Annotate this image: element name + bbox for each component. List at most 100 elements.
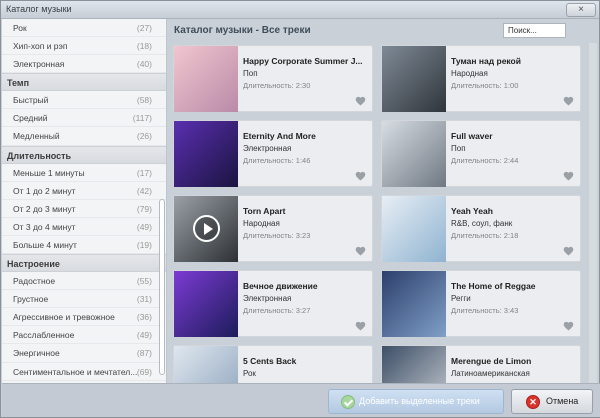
sidebar-item-count: (17) [136, 167, 152, 178]
sidebar-item[interactable]: Рок (27) [2, 19, 166, 38]
checkmark-icon [341, 395, 355, 409]
sidebar-item[interactable]: Быстрый (58) [2, 91, 166, 110]
sidebar-item-label: Рок [13, 23, 27, 33]
track-thumbnail[interactable] [382, 196, 446, 262]
sidebar-item[interactable]: От 3 до 4 минут (49) [2, 218, 166, 236]
sidebar-item[interactable]: Средний (117) [2, 109, 166, 128]
track-genre: Электронная [243, 144, 292, 153]
favorite-heart-icon[interactable] [355, 321, 366, 331]
window-title: Каталог музыки [6, 4, 72, 14]
sidebar-item[interactable]: Сентиментальное и мечтател... (69) [2, 363, 166, 381]
favorite-heart-icon[interactable] [563, 171, 574, 181]
sidebar-group-header[interactable]: Длительность [2, 145, 166, 164]
sidebar-item-label: Радостное [13, 276, 56, 287]
track-title: Full waver [451, 131, 493, 141]
sidebar-group-header[interactable]: Настроение [2, 254, 166, 273]
track-card[interactable]: Вечное движение Электронная Длительность: … [173, 270, 373, 337]
sidebar-item[interactable]: Агрессивное и тревожное (36) [2, 308, 166, 327]
main-scrollbar[interactable] [589, 43, 597, 383]
track-card[interactable]: Eternity And More Электронная Длительность… [173, 120, 373, 187]
track-card[interactable]: Full waver Поп Длительность: 2:44 [381, 120, 581, 187]
track-duration: Длительность: 3:27 [243, 306, 311, 315]
track-genre: R&B, соул, фанк [451, 219, 513, 228]
favorite-heart-icon[interactable] [355, 96, 366, 106]
sidebar-item[interactable]: Меньше 1 минуты (17) [2, 164, 166, 182]
sidebar-item[interactable]: Энергичное (87) [2, 344, 166, 363]
search-input[interactable]: Поиск... [503, 23, 566, 38]
track-thumbnail[interactable] [174, 121, 238, 187]
track-title: Yeah Yeah [451, 206, 493, 216]
track-duration: Длительность: 3:43 [451, 306, 519, 315]
music-catalog-window: Каталог музыки × Рок (27) Хип-хоп и рэп (18… [0, 0, 600, 418]
favorite-heart-icon[interactable] [563, 96, 574, 106]
sidebar-item-label: От 3 до 4 минут [13, 221, 76, 232]
favorite-heart-icon[interactable] [355, 171, 366, 181]
sidebar-item[interactable]: Больше 4 минут (19) [2, 236, 166, 255]
add-selected-button[interactable]: Добавить выделенные треки [328, 389, 504, 414]
sidebar-item-count: (31) [136, 294, 152, 305]
sidebar-item-label: Расслабленное [13, 330, 75, 341]
sidebar-item[interactable]: От 2 до 3 минут (79) [2, 200, 166, 218]
sidebar-item-count: (49) [136, 330, 152, 341]
sidebar-item-label: Грустное [13, 294, 49, 305]
sidebar-item-count: (19) [136, 239, 152, 250]
track-thumbnail[interactable] [382, 46, 446, 112]
sidebar-item[interactable]: От 1 до 2 минут (42) [2, 182, 166, 200]
sidebar-item-count: (40) [136, 59, 152, 70]
sidebar-item[interactable]: Грустное (31) [2, 290, 166, 309]
track-thumbnail[interactable] [174, 196, 238, 262]
track-thumbnail[interactable] [174, 46, 238, 112]
sidebar-item-count: (87) [136, 348, 152, 359]
track-duration: Длительность: 1:00 [451, 81, 519, 90]
track-genre: Рок [243, 369, 256, 378]
track-card[interactable]: Туман над рекой Народная Длительность: 1:0… [381, 45, 581, 112]
favorite-heart-icon[interactable] [563, 321, 574, 331]
sidebar-item-label: Больше 4 минут [13, 239, 77, 250]
footer: Добавить выделенные треки ✕ Отмена [2, 383, 600, 417]
sidebar-item[interactable]: Хип-хоп и рэп (18) [2, 37, 166, 56]
favorite-heart-icon[interactable] [355, 246, 366, 256]
add-selected-label: Добавить выделенные треки [359, 396, 480, 406]
sidebar-item-count: (26) [136, 131, 152, 142]
track-card[interactable]: Yeah Yeah R&B, соул, фанк Длительность: 2:… [381, 195, 581, 262]
sidebar-item[interactable]: Медленный (26) [2, 127, 166, 146]
sidebar-item[interactable]: Расслабленное (49) [2, 326, 166, 345]
sidebar-item-count: (69) [136, 366, 152, 377]
cancel-button[interactable]: ✕ Отмена [511, 389, 593, 414]
sidebar-item-label: Медленный [13, 131, 60, 142]
sidebar-item-label: Агрессивное и тревожное [13, 312, 115, 323]
track-thumbnail[interactable] [174, 271, 238, 337]
track-genre: Народная [451, 69, 488, 78]
filter-sidebar: Рок (27) Хип-хоп и рэп (18) Электронная (40) Т… [2, 19, 167, 383]
cancel-icon: ✕ [526, 395, 540, 409]
track-genre: Поп [451, 144, 466, 153]
sidebar-group-header[interactable]: Темп [2, 73, 166, 92]
track-genre: Регги [451, 294, 471, 303]
track-card[interactable]: Torn Apart Народная Длительность: 3:23 [173, 195, 373, 262]
track-duration: Длительность: 2:18 [451, 231, 519, 240]
track-genre: Поп [243, 69, 258, 78]
sidebar-scrollbar[interactable] [159, 199, 165, 375]
track-title: Вечное движение [243, 281, 318, 291]
track-genre: Электронная [243, 294, 292, 303]
sidebar-item-count: (117) [132, 113, 152, 124]
close-icon[interactable]: × [566, 3, 596, 17]
sidebar-item-label: Сентиментальное и мечтател... [13, 366, 138, 377]
sidebar-item-count: (27) [136, 23, 152, 33]
track-card[interactable]: Happy Corporate Summer J... Поп Длительнос… [173, 45, 373, 112]
track-card[interactable]: The Home of Reggae Регги Длительность: 3:4… [381, 270, 581, 337]
sidebar-item-count: (55) [136, 276, 152, 287]
track-title: Torn Apart [243, 206, 286, 216]
sidebar-item[interactable]: Электронная (40) [2, 55, 166, 74]
sidebar-item-label: Электронная [13, 59, 65, 70]
track-thumbnail[interactable] [382, 271, 446, 337]
sidebar-item[interactable]: Радостное (55) [2, 272, 166, 291]
favorite-heart-icon[interactable] [563, 246, 574, 256]
track-title: 5 Cents Back [243, 356, 297, 366]
track-thumbnail[interactable] [382, 121, 446, 187]
track-title: Туман над рекой [451, 56, 521, 66]
sidebar-item-label: Энергичное [13, 348, 60, 359]
sidebar-item-count: (36) [136, 312, 152, 323]
sidebar-item-count: (18) [136, 41, 152, 52]
play-icon[interactable] [193, 215, 220, 242]
